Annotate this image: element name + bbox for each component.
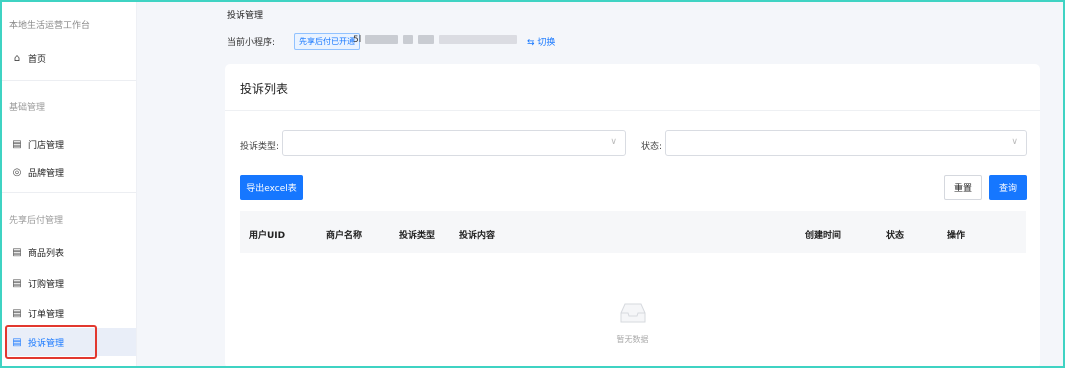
sidebar-group-prepay: 先享后付管理 [9,216,64,226]
column-header: 投诉内容 [459,231,496,241]
status-badge: 先享后付已开通 [294,33,360,50]
sidebar-item-label: 订单管理 [28,309,65,320]
sidebar-item-orders[interactable]: ▤ 订单管理 [7,299,136,327]
sidebar-item-label: 门店管理 [28,140,65,151]
document-icon: ▤ [12,307,22,319]
sidebar-item-label: 品牌管理 [28,168,65,179]
empty-state [225,302,1040,327]
sidebar: 本地生活运营工作台 ⌂ 首页 基础管理 ▤ 门店管理 ◎ 品牌管理 先享后付管理… [2,2,137,366]
sidebar-group-basic: 基础管理 [9,103,46,113]
empty-text: 暂无数据 [616,335,649,344]
sidebar-item-brand[interactable]: ◎ 品牌管理 [7,158,136,186]
switch-link[interactable]: ⇆ 切换 [527,35,555,48]
location-pin-icon: ◎ [12,166,22,178]
card-divider [225,110,1040,111]
breadcrumb: 投诉管理 [227,11,264,21]
document-icon: ▤ [12,246,22,258]
empty-box-icon [620,303,645,323]
mini-program-label: 当前小程序: [227,38,276,48]
sidebar-divider [2,80,136,81]
main-area: 投诉管理 当前小程序: 先享后付已开通 5l ⇆ 切换 投诉列表 投诉类型: ∨… [137,2,1063,368]
column-header: 状态 [886,231,905,241]
sidebar-item-label: 首页 [28,54,47,65]
status-select[interactable]: ∨ [665,130,1027,156]
redacted-text [439,35,517,44]
sidebar-item-label: 商品列表 [28,248,65,259]
app-id: 5l [353,35,362,45]
export-excel-button[interactable]: 导出excel表 [240,175,303,200]
redacted-text [403,35,413,44]
document-icon: ▤ [12,277,22,289]
sidebar-divider [2,192,136,193]
column-header: 操作 [947,231,966,241]
column-header: 商户名称 [326,231,363,241]
chevron-down-icon: ∨ [1011,137,1018,147]
status-label: 状态: [641,142,663,152]
complaint-type-select[interactable]: ∨ [282,130,626,156]
column-header: 用户UID [249,231,286,241]
sidebar-item-label: 订购管理 [28,279,65,290]
redacted-text [418,35,434,44]
card-title: 投诉列表 [240,82,289,96]
redacted-text [365,35,398,44]
store-icon: ▤ [12,138,22,150]
chevron-down-icon: ∨ [610,137,617,147]
app-title: 本地生活运营工作台 [9,21,91,31]
table-header: 用户UID 商户名称 投诉类型 投诉内容 创建时间 状态 操作 [240,211,1026,253]
query-button[interactable]: 查询 [989,175,1027,200]
sidebar-item-products[interactable]: ▤ 商品列表 [7,238,136,266]
sidebar-item-subscriptions[interactable]: ▤ 订购管理 [7,269,136,297]
reset-button[interactable]: 重置 [944,175,982,200]
complaint-type-label: 投诉类型: [240,142,280,152]
column-header: 投诉类型 [399,231,436,241]
sidebar-item-store[interactable]: ▤ 门店管理 [7,130,136,158]
home-icon: ⌂ [13,52,21,64]
column-header: 创建时间 [805,231,842,241]
complaint-list-card: 投诉列表 投诉类型: ∨ 状态: ∨ 导出excel表 重置 查询 用户UID … [225,64,1040,368]
highlight-box [5,325,97,359]
sidebar-item-home[interactable]: ⌂ 首页 [7,44,136,72]
